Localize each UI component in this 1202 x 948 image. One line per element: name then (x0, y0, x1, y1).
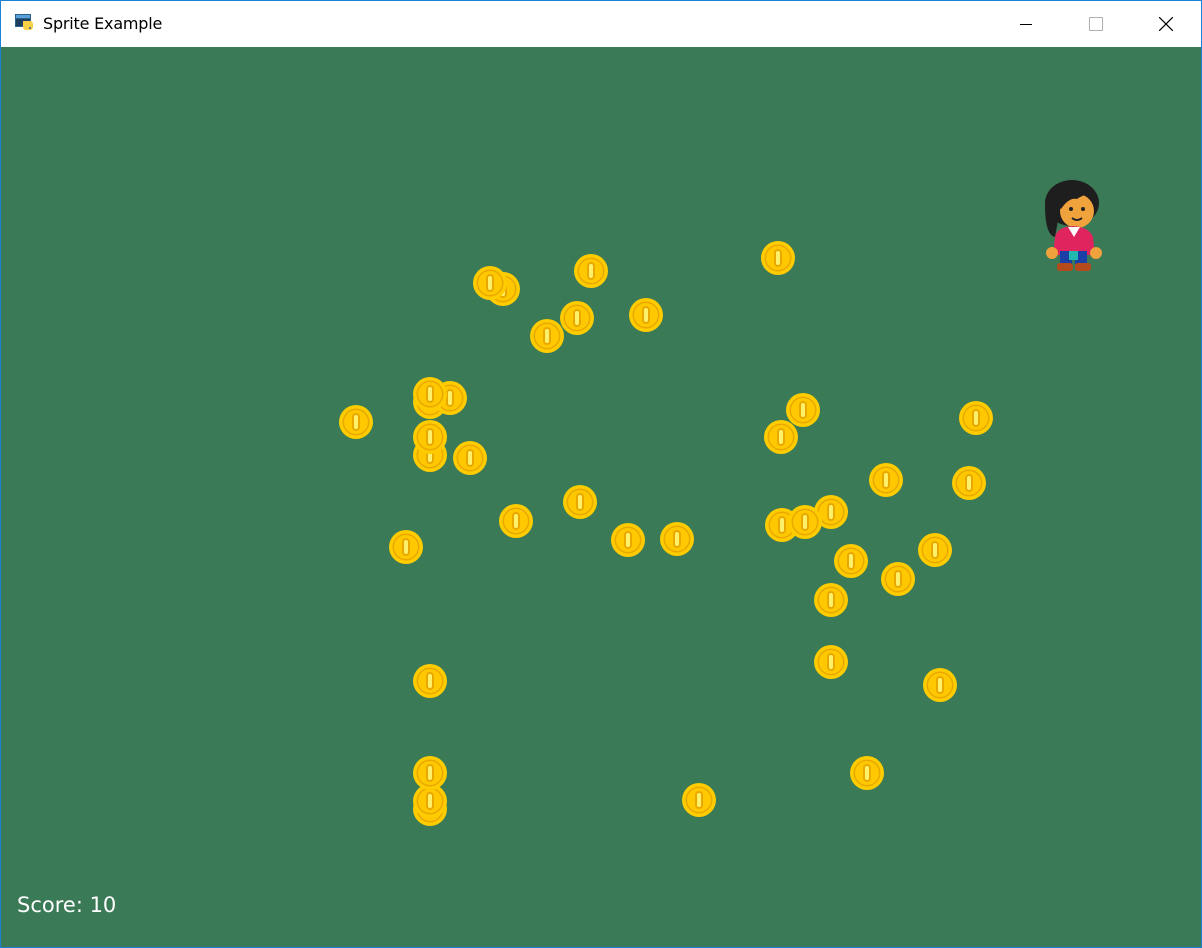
coin-sprite (389, 530, 423, 564)
maximize-icon (1089, 17, 1103, 31)
coin-sprite (682, 783, 716, 817)
coin-sprite (881, 562, 915, 596)
coin-sprite (413, 756, 447, 790)
coin-sprite (560, 301, 594, 335)
player-sprite (1045, 180, 1102, 271)
coin-sprite (413, 377, 447, 411)
coin-sprite (959, 401, 993, 435)
coin-sprite (499, 504, 533, 538)
coin-sprite (834, 544, 868, 578)
title-bar[interactable]: Sprite Example (1, 1, 1201, 47)
close-icon (1159, 17, 1173, 31)
close-button[interactable] (1143, 1, 1189, 47)
coin-sprite (814, 645, 848, 679)
coin-sprite (611, 523, 645, 557)
coin-sprite (761, 241, 795, 275)
minimize-icon (1020, 24, 1032, 25)
coin-sprite (923, 668, 957, 702)
coin-sprite (850, 756, 884, 790)
coin-sprite (786, 393, 820, 427)
game-canvas[interactable]: Score: 10 (1, 47, 1201, 947)
coin-sprite (574, 254, 608, 288)
score-label: Score: 10 (17, 893, 117, 917)
coin-sprite (473, 266, 507, 300)
minimize-button[interactable] (1003, 1, 1049, 47)
maximize-button[interactable] (1073, 1, 1119, 47)
coin-sprite (453, 441, 487, 475)
coin-sprite (788, 505, 822, 539)
coin-sprite (814, 583, 848, 617)
coin-sprite (563, 485, 597, 519)
game-window: Sprite Example Score: 10 (0, 0, 1202, 948)
coin-sprite (339, 405, 373, 439)
coin-sprite (918, 533, 952, 567)
coin-sprite (869, 463, 903, 497)
coin-sprite (413, 420, 447, 454)
coin-sprite (660, 522, 694, 556)
python-icon (15, 14, 33, 30)
window-title: Sprite Example (43, 14, 163, 33)
coin-sprite (413, 664, 447, 698)
coin-sprite (629, 298, 663, 332)
coin-sprite (952, 466, 986, 500)
